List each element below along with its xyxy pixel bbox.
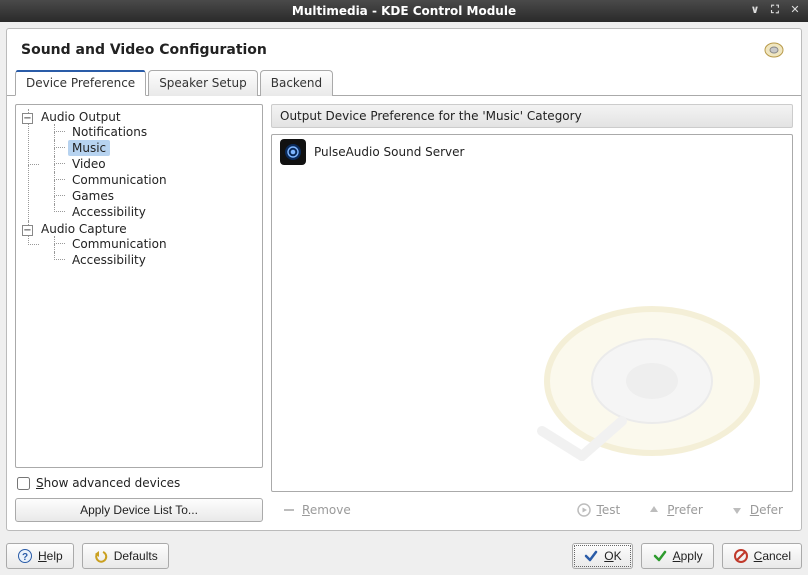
- tree-label: Accessibility: [68, 252, 150, 268]
- tree-label: Audio Output: [37, 109, 125, 125]
- maximize-button[interactable]: ⛶: [768, 3, 782, 17]
- tree-item-games[interactable]: Games: [54, 188, 260, 204]
- close-button[interactable]: ✕: [788, 3, 802, 17]
- window: Multimedia - KDE Control Module ∨ ⛶ ✕ So…: [0, 0, 808, 575]
- cancel-icon: [733, 548, 749, 564]
- tree-node-audio-capture[interactable]: −Audio Capture Communication Accessibili…: [22, 221, 260, 269]
- tree-label: Accessibility: [68, 204, 150, 220]
- play-icon: [576, 502, 592, 518]
- check-icon: [652, 548, 668, 564]
- tab-speaker-setup[interactable]: Speaker Setup: [148, 70, 258, 96]
- button-label: Remove: [302, 503, 351, 517]
- tab-label: Device Preference: [26, 76, 135, 90]
- button-label: Cancel: [754, 549, 791, 563]
- tab-backend[interactable]: Backend: [260, 70, 333, 96]
- tree-label: Notifications: [68, 124, 151, 140]
- device-list-header: Output Device Preference for the 'Music'…: [271, 104, 793, 128]
- right-column: Output Device Preference for the 'Music'…: [271, 104, 793, 522]
- help-button[interactable]: ? Help: [6, 543, 74, 569]
- svg-text:?: ?: [22, 552, 28, 563]
- speaker-icon: [763, 41, 787, 59]
- tree-label: Communication: [68, 236, 171, 252]
- check-icon: [583, 548, 599, 564]
- prefer-button[interactable]: Prefer: [640, 498, 709, 522]
- tabs: Device Preference Speaker Setup Backend: [7, 69, 801, 96]
- tree-item-video[interactable]: Video: [54, 156, 260, 172]
- tab-panel: −Audio Output Notifications Music Video …: [7, 96, 801, 530]
- dialog-footer: ? Help Defaults OK Apply Cancel: [0, 537, 808, 575]
- cancel-button[interactable]: Cancel: [722, 543, 802, 569]
- device-item[interactable]: PulseAudio Sound Server: [272, 135, 792, 169]
- apply-device-list-button[interactable]: Apply Device List To...: [15, 498, 263, 522]
- show-advanced-label: Show advanced devices: [36, 476, 180, 490]
- window-title: Multimedia - KDE Control Module: [292, 4, 516, 18]
- tree-label: Communication: [68, 172, 171, 188]
- test-button[interactable]: Test: [570, 498, 627, 522]
- tab-label: Speaker Setup: [159, 76, 247, 90]
- device-label: PulseAudio Sound Server: [314, 145, 464, 159]
- button-label: Apply Device List To...: [80, 503, 198, 517]
- arrow-up-icon: [646, 502, 662, 518]
- device-list[interactable]: PulseAudio Sound Server: [271, 134, 793, 492]
- button-label: OK: [604, 549, 621, 563]
- module-header: Sound and Video Configuration: [7, 29, 801, 69]
- apply-button[interactable]: Apply: [641, 543, 714, 569]
- show-advanced-checkbox[interactable]: Show advanced devices: [15, 474, 263, 492]
- defaults-button[interactable]: Defaults: [82, 543, 169, 569]
- tree-label: Games: [68, 188, 118, 204]
- category-tree[interactable]: −Audio Output Notifications Music Video …: [15, 104, 263, 468]
- tree-item-capture-accessibility[interactable]: Accessibility: [54, 252, 260, 268]
- remove-button[interactable]: Remove: [275, 498, 357, 522]
- collapse-icon[interactable]: −: [22, 113, 33, 124]
- button-label: Test: [597, 503, 621, 517]
- tree-item-communication[interactable]: Communication: [54, 172, 260, 188]
- button-label: Help: [38, 549, 63, 563]
- tree-item-music[interactable]: Music: [54, 140, 260, 156]
- button-label: Defer: [750, 503, 783, 517]
- arrow-down-icon: [729, 502, 745, 518]
- module-content: Sound and Video Configuration Device Pre…: [6, 28, 802, 531]
- tree-label: Music: [68, 140, 110, 156]
- button-label: Prefer: [667, 503, 703, 517]
- tab-label: Backend: [271, 76, 322, 90]
- tree-item-notifications[interactable]: Notifications: [54, 124, 260, 140]
- minimize-button[interactable]: ∨: [748, 3, 762, 17]
- minus-icon: [281, 502, 297, 518]
- undo-icon: [93, 548, 109, 564]
- show-advanced-input[interactable]: [17, 477, 30, 490]
- page-title: Sound and Video Configuration: [21, 42, 267, 58]
- tree-label: Audio Capture: [37, 221, 131, 237]
- speaker-background-icon: [512, 271, 772, 461]
- tab-device-preference[interactable]: Device Preference: [15, 70, 146, 96]
- titlebar: Multimedia - KDE Control Module ∨ ⛶ ✕: [0, 0, 808, 22]
- ok-button[interactable]: OK: [572, 543, 632, 569]
- window-controls: ∨ ⛶ ✕: [748, 3, 802, 17]
- tree-item-capture-communication[interactable]: Communication: [54, 236, 260, 252]
- help-icon: ?: [17, 548, 33, 564]
- button-label: Apply: [673, 549, 703, 563]
- tree-label: Video: [68, 156, 110, 172]
- tree-item-accessibility[interactable]: Accessibility: [54, 204, 260, 220]
- left-column: −Audio Output Notifications Music Video …: [15, 104, 263, 522]
- collapse-icon[interactable]: −: [22, 225, 33, 236]
- button-label: Defaults: [114, 549, 158, 563]
- device-actions: Remove Test Prefer Defer: [271, 498, 793, 522]
- defer-button[interactable]: Defer: [723, 498, 789, 522]
- tree-node-audio-output[interactable]: −Audio Output Notifications Music Video …: [22, 109, 260, 221]
- pulseaudio-icon: [280, 139, 306, 165]
